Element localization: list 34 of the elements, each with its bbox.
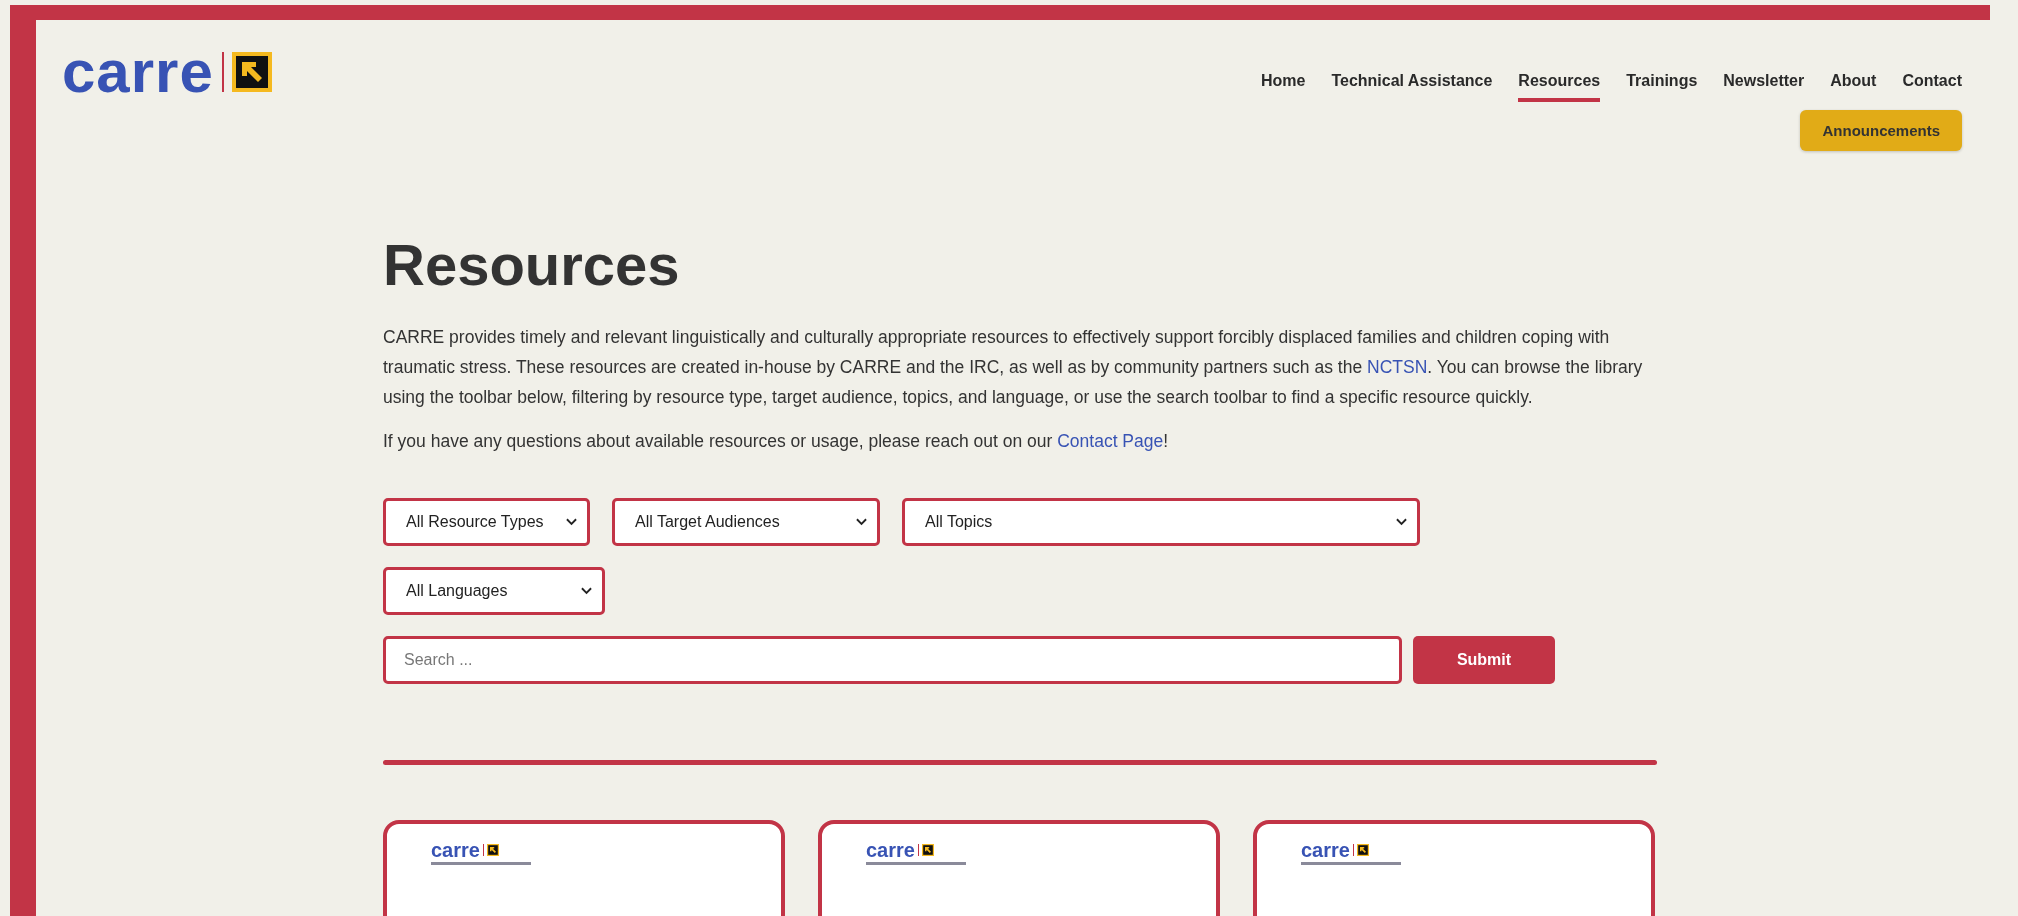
arrow-logo-icon [486, 844, 499, 856]
carre-logo: carre [866, 842, 915, 858]
filter-dropdown[interactable]: All Topics [902, 498, 1420, 546]
filter-dropdown[interactable]: All Resource Types [383, 498, 590, 546]
arrow-logo-icon [921, 844, 934, 856]
resource-card[interactable]: carre [383, 820, 785, 916]
nav-link[interactable]: Technical Assistance [1331, 72, 1493, 102]
contact-note: If you have any questions about available resources or usage, please reach out on our Contact Page! [383, 430, 1170, 453]
chevron-down-icon [1396, 518, 1407, 526]
nav-link[interactable]: Home [1260, 72, 1306, 102]
page-title: Resources [383, 231, 681, 298]
carre-logo[interactable]: carre [62, 50, 214, 94]
intro-paragraph: CARRE provides timely and relevant linguistically and culturally appropriate resources to effectively support forcibly displaced families and children coping with traumatic stress. These resources are created in-house by CARRE and the IRC, as well as by community partners such as the NCTSN. You can browse the library using the toolbar below, filtering by resource type, target audience, topics, and language, or use the search toolbar to find a specific resource quickly. [383, 326, 1644, 409]
nav-link[interactable]: Contact [1902, 72, 1962, 102]
resource-card[interactable]: carre [818, 820, 1220, 916]
nav-link[interactable]: Newsletter [1723, 72, 1805, 102]
submit-button[interactable]: Submit [1413, 636, 1555, 684]
contact-page-link[interactable]: Contact Page [1057, 431, 1164, 451]
chevron-down-icon [856, 518, 867, 526]
nav-link[interactable]: Resources [1518, 72, 1601, 102]
filter-dropdown[interactable]: All Languages [383, 567, 605, 615]
nav-link[interactable]: Trainings [1626, 72, 1698, 102]
chevron-down-icon [566, 518, 577, 526]
arrow-logo-icon [231, 52, 272, 92]
nav-link[interactable]: About [1830, 72, 1877, 102]
resource-card[interactable]: carre [1253, 820, 1655, 916]
filter-dropdown[interactable]: All Target Audiences [612, 498, 880, 546]
arrow-logo-icon [1356, 844, 1369, 856]
search-field[interactable]: Search ... [383, 636, 1402, 684]
announcements-button[interactable]: Announcements [1800, 110, 1962, 151]
carre-logo: carre [431, 842, 480, 858]
chevron-down-icon [581, 587, 592, 595]
nctsn-link[interactable]: NCTSN [1367, 357, 1428, 377]
carre-logo: carre [1301, 842, 1350, 858]
